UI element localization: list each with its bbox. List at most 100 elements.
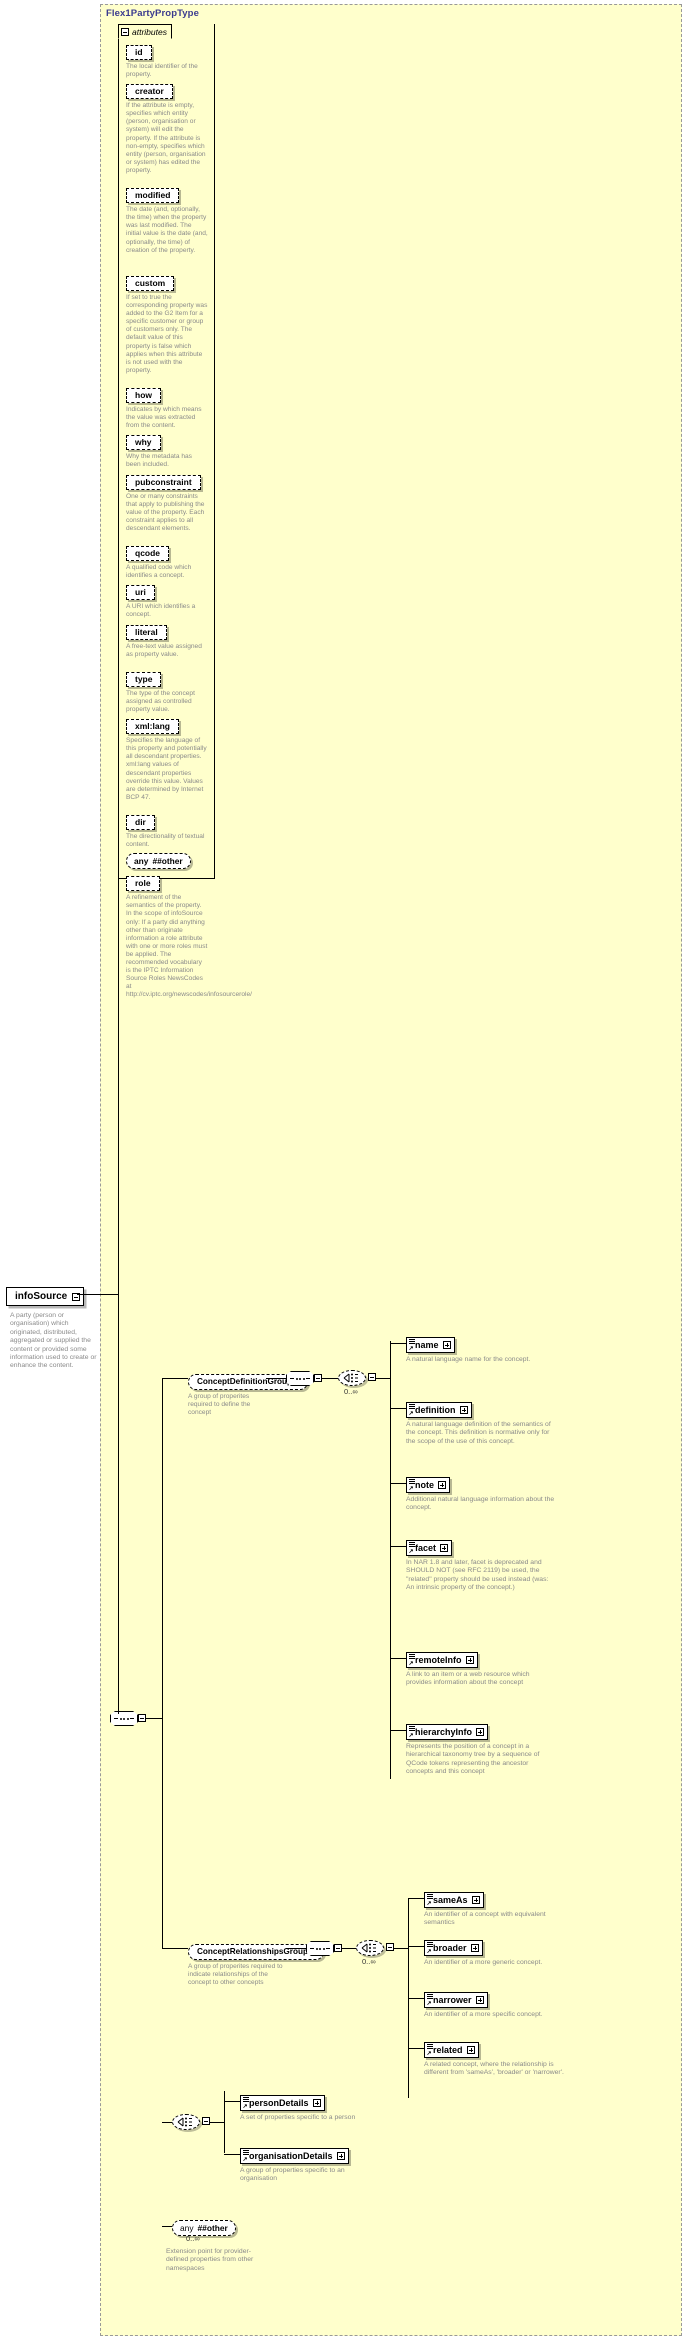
attribute-chip[interactable]: how — [126, 388, 161, 404]
attribute-qcode[interactable]: qcode A qualified code which identifies a… — [126, 543, 208, 580]
element-label: name — [415, 1340, 439, 1350]
minus-icon-group2-sequence[interactable] — [334, 1944, 342, 1952]
minus-icon-group1-sequence[interactable] — [314, 1374, 322, 1382]
attribute-creator[interactable]: creator If the attribute is empty, specif… — [126, 81, 208, 175]
plus-icon[interactable] — [466, 2046, 475, 2054]
minus-icon-group1-choice[interactable] — [368, 1373, 376, 1381]
attribute-description: The directionality of textual content. — [126, 833, 205, 849]
element-broader[interactable]: ↗ broader An identifier of a more generic … — [424, 1938, 574, 1967]
plus-icon[interactable] — [438, 1481, 446, 1489]
attribute-chip[interactable]: type — [126, 671, 162, 687]
element-box[interactable]: ↗ sameAs — [424, 1892, 484, 1908]
element-box[interactable]: ↗ hierarchyInfo — [406, 1724, 489, 1740]
element-box[interactable]: ↗ name — [406, 1337, 455, 1353]
arrow-icon: ↗ — [408, 1732, 414, 1739]
attribute-custom[interactable]: custom If set to true the corresponding p… — [126, 273, 208, 375]
element-organisationdetails[interactable]: ↗ organisationDetails A group of propertie… — [240, 2146, 360, 2184]
minus-icon-details-choice[interactable] — [202, 2117, 210, 2125]
attribute-id[interactable]: id The local identifier of the property. — [126, 42, 208, 79]
attribute-uri[interactable]: uri A URI which identifies a concept. — [126, 582, 208, 619]
attribute-description: The date (and, optionally, the time) whe… — [126, 206, 208, 254]
element-hierarchyinfo[interactable]: ↗ hierarchyInfo Represents the position of… — [406, 1722, 556, 1777]
attribute-literal[interactable]: literal A free-text value assigned as pro… — [126, 622, 208, 659]
element-name[interactable]: ↗ name A natural language name for the con… — [406, 1335, 556, 1364]
connector-element — [224, 2154, 240, 2155]
element-related[interactable]: ↗ related A related concept, where the rel… — [424, 2040, 574, 2078]
plus-icon[interactable] — [470, 1944, 479, 1952]
element-note[interactable]: ↗ note Additional natural language informa… — [406, 1475, 556, 1513]
element-definition[interactable]: ↗ definition A natural language definition… — [406, 1400, 556, 1446]
attribute-xml-lang[interactable]: xml:lang Specifies the language of this p… — [126, 716, 208, 802]
attribute-dir[interactable]: dir The directionality of textual content… — [126, 812, 208, 849]
plus-icon[interactable] — [440, 1544, 449, 1552]
connector-to-any — [162, 2226, 172, 2227]
plus-icon[interactable] — [312, 2099, 321, 2107]
element-box[interactable]: ↗ broader — [424, 1940, 483, 1956]
element-description: A related concept, where the relationshi… — [424, 2061, 564, 2077]
attribute-description: The local identifier of the property. — [126, 63, 198, 79]
minus-icon[interactable] — [121, 27, 129, 36]
lines-icon — [408, 1403, 415, 1409]
plus-icon[interactable] — [459, 1406, 468, 1414]
plus-icon[interactable] — [476, 1728, 485, 1736]
attribute-chip[interactable]: dir — [126, 815, 155, 831]
attribute-how[interactable]: how Indicates by which means the value wa… — [126, 385, 208, 430]
arrow-icon: ↗ — [242, 2156, 248, 2163]
attribute-chip[interactable]: pubconstraint — [126, 474, 201, 490]
attribute-chip[interactable]: modified — [126, 188, 180, 204]
attribute-chip[interactable]: custom — [126, 276, 175, 291]
element-box[interactable]: ↗ note — [406, 1477, 450, 1493]
attribute-chip[interactable]: role — [126, 876, 160, 892]
element-box[interactable]: ↗ narrower — [424, 1992, 488, 2008]
element-label: definition — [415, 1405, 456, 1415]
element-box[interactable]: ↗ remoteInfo — [406, 1652, 478, 1668]
plus-icon[interactable] — [475, 1996, 484, 2004]
attribute-chip[interactable]: id — [126, 45, 152, 60]
attribute-description: If the attribute is empty, specifies whi… — [126, 102, 206, 174]
plus-icon[interactable] — [471, 1896, 480, 1904]
element-box[interactable]: ↗ organisationDetails — [240, 2148, 349, 2164]
connector-element — [408, 1898, 424, 1899]
any-attribute-chip[interactable]: any ##other — [126, 853, 191, 870]
attribute-modified[interactable]: modified The date (and, optionally, the t… — [126, 185, 208, 255]
attribute-why[interactable]: why Why the metadata has been included. — [126, 432, 208, 469]
element-box[interactable]: ↗ related — [424, 2042, 479, 2058]
extension-any-node[interactable]: any ##other 0..∞ Extension point for pro… — [166, 2218, 253, 2272]
plus-icon[interactable] — [442, 1341, 451, 1349]
plus-icon[interactable] — [336, 2152, 345, 2160]
element-label: note — [415, 1480, 434, 1490]
element-sameas[interactable]: ↗ sameAs An identifier of a concept with e… — [424, 1890, 574, 1928]
element-narrower[interactable]: ↗ narrower An identifier of a more specifi… — [424, 1990, 574, 2019]
attribute-chip[interactable]: creator — [126, 84, 173, 100]
minus-icon-main-sequence[interactable] — [138, 1714, 146, 1722]
connector-g2-to-choice — [342, 1948, 356, 1949]
element-description: Represents the position of a concept in … — [406, 1743, 540, 1776]
connector-details-out — [210, 2122, 224, 2123]
lines-icon — [426, 1893, 433, 1899]
attributes-tab[interactable]: attributes — [118, 24, 172, 39]
page-title: Flex1PartyPropType — [106, 8, 199, 19]
attribute-chip[interactable]: xml:lang — [126, 719, 179, 735]
connector-element — [390, 1730, 406, 1731]
attribute-type[interactable]: type The type of the concept assigned as … — [126, 669, 208, 714]
root-element-infosource[interactable]: infoSource — [6, 1287, 85, 1306]
connector-element — [390, 1483, 406, 1484]
minus-icon-group2-choice[interactable] — [386, 1943, 394, 1951]
attribute-any-other[interactable]: any ##other — [126, 851, 191, 870]
element-box[interactable]: ↗ personDetails — [240, 2095, 325, 2111]
connector-element — [408, 2048, 424, 2049]
element-box[interactable]: ↗ definition — [406, 1402, 472, 1418]
plus-icon[interactable] — [465, 1656, 474, 1664]
element-facet[interactable]: ↗ facet In NAR 1.8 and later, facet is dep… — [406, 1538, 556, 1593]
attribute-chip[interactable]: uri — [126, 585, 155, 601]
connector-to-details-choice — [162, 2122, 172, 2123]
element-persondetails[interactable]: ↗ personDetails A set of properties specif… — [240, 2093, 360, 2122]
attribute-chip[interactable]: literal — [126, 624, 167, 640]
attribute-role[interactable]: role A refinement of the semantics of the… — [126, 873, 252, 999]
element-remoteinfo[interactable]: ↗ remoteInfo A link to an item or a web re… — [406, 1650, 556, 1688]
attribute-chip[interactable]: why — [126, 435, 161, 451]
attribute-pubconstraint[interactable]: pubconstraint One or many constraints tha… — [126, 472, 208, 533]
attribute-chip[interactable]: qcode — [126, 546, 170, 562]
element-box[interactable]: ↗ facet — [406, 1540, 453, 1556]
lines-icon — [242, 2149, 249, 2155]
